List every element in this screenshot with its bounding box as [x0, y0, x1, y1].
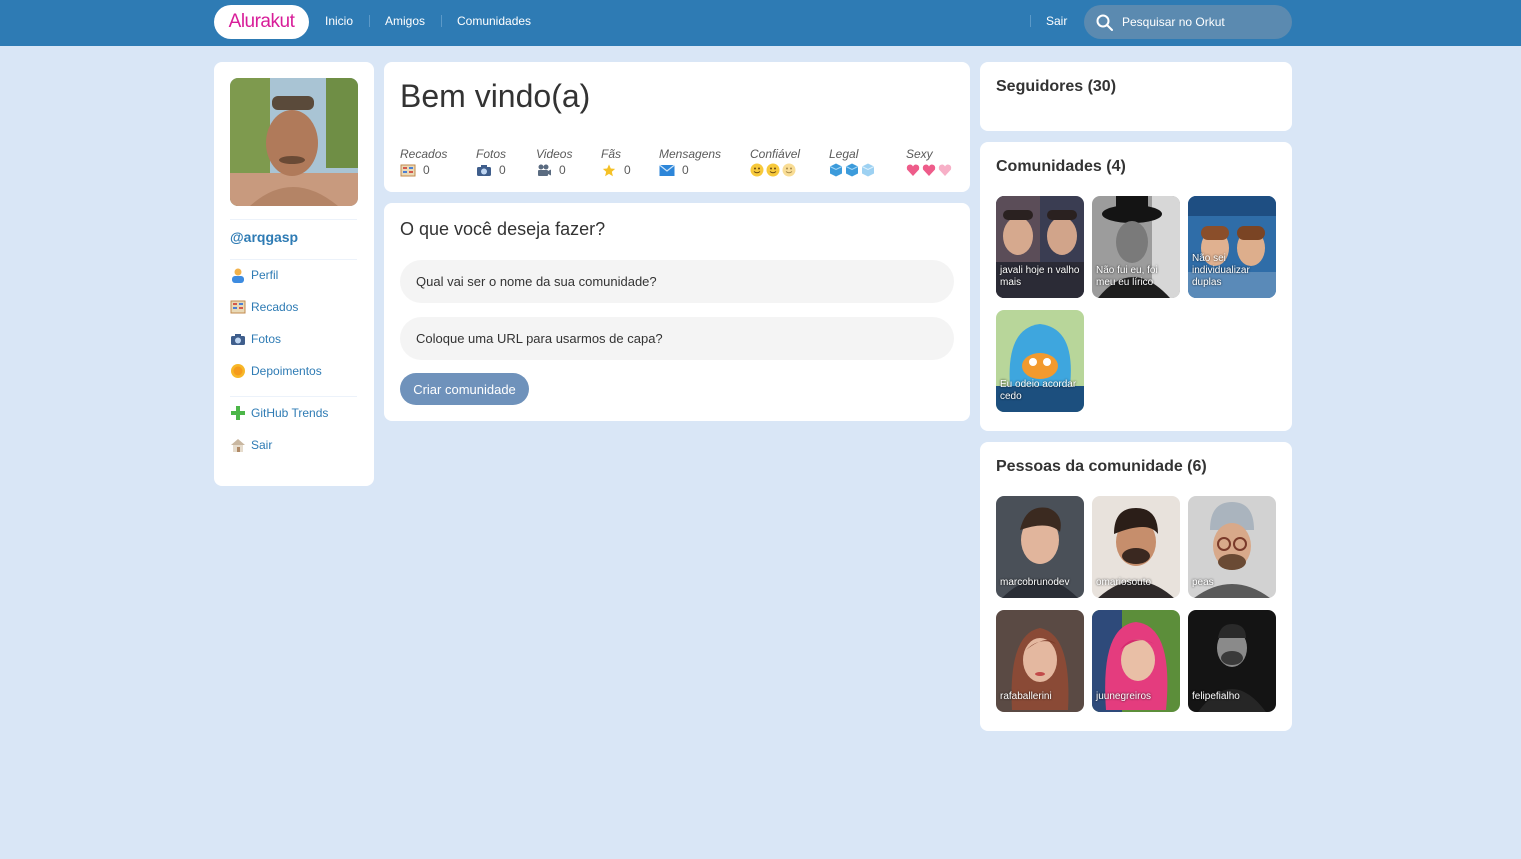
welcome-box: Bem vindo(a) Recados 0 Fotos 0 Videos 0 … — [384, 62, 970, 192]
stat-mensagens: Mensagens 0 — [659, 147, 721, 177]
community-card[interactable]: Eu odeio acordar cedo — [996, 310, 1084, 412]
person-name: rafaballerini — [1000, 691, 1052, 702]
nav-divider — [369, 15, 370, 27]
person-name: juunegreiros — [1096, 691, 1152, 702]
community-name: javali hoje n valho mais — [1000, 265, 1080, 288]
camera-icon — [477, 164, 491, 176]
stat-label: Fãs — [601, 147, 622, 161]
community-people-box: Pessoas da comunidade (6) marcobrunodev … — [980, 442, 1292, 731]
stat-label: Sexy — [906, 147, 933, 161]
house-icon — [230, 437, 246, 453]
nav-inicio[interactable]: Inicio — [325, 14, 353, 28]
logout-link[interactable]: Sair — [1046, 14, 1067, 28]
stat-fas: Fãs 0 — [601, 147, 631, 177]
person-card[interactable]: marcobrunodev — [996, 496, 1084, 598]
plus-icon — [230, 405, 246, 421]
person-card[interactable]: omariosouto — [1092, 496, 1180, 598]
divider — [230, 219, 357, 220]
avatar[interactable] — [230, 78, 358, 206]
search-box[interactable] — [1084, 5, 1292, 39]
stat-recados: Recados 0 — [400, 147, 447, 177]
search-icon — [1096, 14, 1113, 31]
stat-value: 0 — [423, 163, 430, 177]
camera-icon — [230, 331, 246, 347]
smiley-icon — [750, 163, 800, 177]
followers-title: Seguidores (30) — [996, 78, 1117, 95]
star-icon — [602, 163, 616, 176]
user-icon — [230, 267, 246, 283]
heart-icon — [906, 163, 954, 177]
book-icon — [400, 164, 416, 176]
logo[interactable]: Alurakut — [214, 5, 309, 39]
menu-item-label: Depoimentos — [251, 364, 322, 378]
menu-item-github-trends[interactable]: GitHub Trends — [230, 405, 328, 421]
stat-label: Mensagens — [659, 147, 722, 161]
community-name: Eu odeio acordar cedo — [1000, 379, 1077, 402]
create-community-box: O que você deseja fazer? Criar comunidad… — [384, 203, 970, 421]
community-name-input[interactable] — [400, 260, 954, 303]
menu-item-label: Recados — [251, 300, 299, 314]
menu-item-label: Sair — [251, 438, 273, 452]
community-name: Não fui eu, foi meu eu lírico — [1096, 265, 1158, 288]
person-name: peas — [1192, 577, 1214, 588]
menu-item-recados[interactable]: Recados — [230, 299, 298, 315]
search-input[interactable] — [1122, 15, 1272, 29]
stat-label: Confiável — [750, 147, 801, 161]
divider — [230, 396, 357, 397]
person-card[interactable]: felipefialho — [1188, 610, 1276, 712]
community-card[interactable]: Não sei individualizar duplas — [1188, 196, 1276, 298]
person-name: felipefialho — [1192, 691, 1240, 702]
menu-item-label: Perfil — [251, 268, 279, 282]
communities-box: Comunidades (4) javali hoje n valho mais… — [980, 142, 1292, 431]
divider — [230, 259, 357, 260]
person-card[interactable]: peas — [1188, 496, 1276, 598]
page-title: Bem vindo(a) — [400, 78, 591, 114]
person-card[interactable]: rafaballerini — [996, 610, 1084, 712]
menu-item-fotos[interactable]: Fotos — [230, 331, 281, 347]
nav-divider — [441, 15, 442, 27]
community-card[interactable]: javali hoje n valho mais — [996, 196, 1084, 298]
ice-cube-icon — [829, 163, 877, 177]
nav-comunidades[interactable]: Comunidades — [457, 14, 531, 28]
community-card[interactable]: Não fui eu, foi meu eu lírico — [1092, 196, 1180, 298]
people-title: Pessoas da comunidade (6) — [996, 458, 1207, 475]
stat-value: 0 — [624, 163, 631, 177]
stat-label: Fotos — [476, 147, 507, 161]
stat-label: Legal — [829, 147, 859, 161]
create-community-button[interactable]: Criar comunidade — [400, 373, 529, 405]
stat-value: 0 — [499, 163, 506, 177]
person-card[interactable]: juunegreiros — [1092, 610, 1180, 712]
menu-item-label: Fotos — [251, 332, 282, 346]
person-name: marcobrunodev — [1000, 577, 1070, 588]
stat-confiavel: Confiável — [750, 147, 800, 177]
communities-title: Comunidades (4) — [996, 158, 1126, 175]
menu-item-sair[interactable]: Sair — [230, 437, 272, 453]
nav-amigos[interactable]: Amigos — [385, 14, 425, 28]
stat-sexy: Sexy — [906, 147, 954, 177]
stat-fotos: Fotos 0 — [476, 147, 506, 177]
stat-videos: Videos 0 — [536, 147, 572, 177]
profile-sidebar: @arqgasp Perfil Recados Fotos Depoimento… — [214, 62, 374, 486]
video-camera-icon — [538, 164, 551, 176]
community-name: Não sei individualizar duplas — [1192, 253, 1250, 288]
stat-label: Videos — [536, 147, 573, 161]
top-bar: Alurakut Inicio Amigos Comunidades Sair — [0, 0, 1521, 46]
menu-item-label: GitHub Trends — [251, 406, 329, 420]
envelope-icon — [659, 164, 675, 176]
sun-icon — [230, 363, 246, 379]
book-icon — [230, 299, 246, 315]
menu-item-perfil[interactable]: Perfil — [230, 267, 278, 283]
logo-text: Alurakut — [228, 11, 295, 32]
nav-divider — [1030, 15, 1031, 27]
stat-value: 0 — [559, 163, 566, 177]
profile-username[interactable]: @arqgasp — [230, 229, 298, 245]
stat-legal: Legal — [829, 147, 877, 177]
menu-item-depoimentos[interactable]: Depoimentos — [230, 363, 322, 379]
form-title: O que você deseja fazer? — [400, 219, 606, 239]
stat-label: Recados — [400, 147, 448, 161]
followers-box: Seguidores (30) — [980, 62, 1292, 131]
person-name: omariosouto — [1096, 577, 1152, 588]
stat-value: 0 — [682, 163, 689, 177]
community-image-url-input[interactable] — [400, 317, 954, 360]
